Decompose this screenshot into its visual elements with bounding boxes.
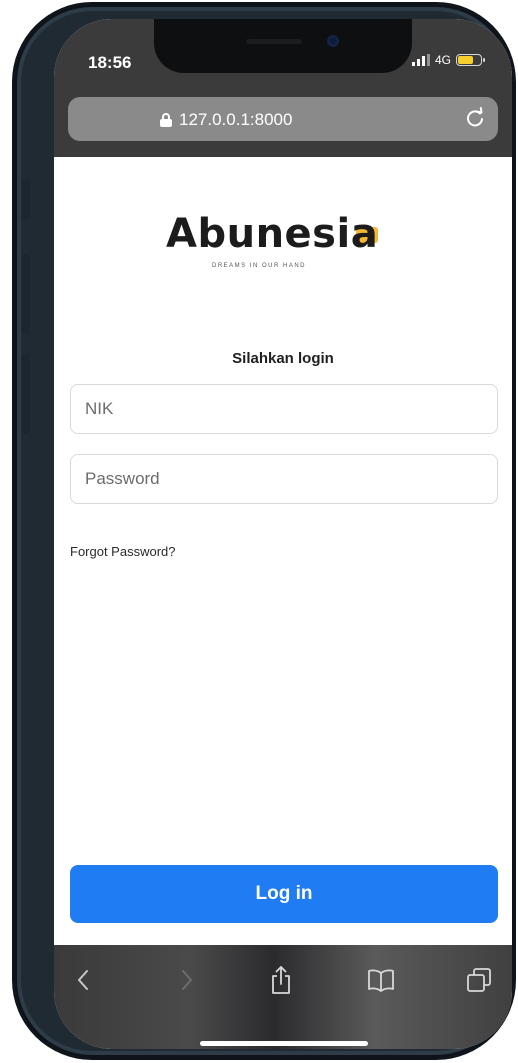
login-button[interactable]: Log in [70, 865, 498, 923]
front-camera [327, 35, 339, 47]
url-display: 127.0.0.1:8000 [160, 110, 292, 130]
address-bar[interactable]: 127.0.0.1:8000 [68, 97, 498, 141]
bookmarks-icon[interactable] [366, 965, 396, 995]
battery-icon [456, 54, 485, 66]
page-content: Abunesia DREAMS IN OUR HAND Silahkan log… [54, 157, 512, 947]
speaker-grille [246, 39, 302, 44]
mute-switch [22, 179, 30, 219]
network-type: 4G [434, 53, 451, 67]
status-bar: 18:56 4G [54, 19, 512, 97]
logo-wordmark: Abunesia [166, 211, 379, 257]
browser-address-area: 127.0.0.1:8000 [54, 97, 512, 157]
forgot-password-link[interactable]: Forgot Password? [70, 544, 176, 559]
status-time: 18:56 [88, 53, 132, 72]
volume-up-button [22, 254, 30, 334]
signal-icon [411, 54, 430, 66]
forward-icon[interactable] [172, 965, 202, 995]
phone-frame: 18:56 4G 127.0.0.1:8000 Abunesia DREAMS … [14, 4, 514, 1058]
notch [154, 19, 412, 73]
tabs-icon[interactable] [464, 965, 494, 995]
logo-tagline: DREAMS IN OUR HAND [212, 263, 307, 269]
nik-input[interactable] [70, 384, 498, 434]
password-input[interactable] [70, 454, 498, 504]
share-icon[interactable] [266, 965, 296, 995]
brand-logo: Abunesia DREAMS IN OUR HAND [166, 211, 406, 283]
volume-down-button [22, 354, 30, 434]
back-icon[interactable] [68, 965, 98, 995]
login-heading: Silahkan login [232, 350, 334, 367]
home-indicator[interactable] [200, 1041, 368, 1046]
url-text: 127.0.0.1:8000 [179, 110, 293, 129]
phone-screen: 18:56 4G 127.0.0.1:8000 Abunesia DREAMS … [54, 19, 512, 1049]
browser-toolbar [54, 945, 512, 1049]
reload-icon[interactable] [464, 107, 486, 129]
status-indicators: 4G [411, 53, 485, 67]
lock-icon [160, 113, 172, 127]
